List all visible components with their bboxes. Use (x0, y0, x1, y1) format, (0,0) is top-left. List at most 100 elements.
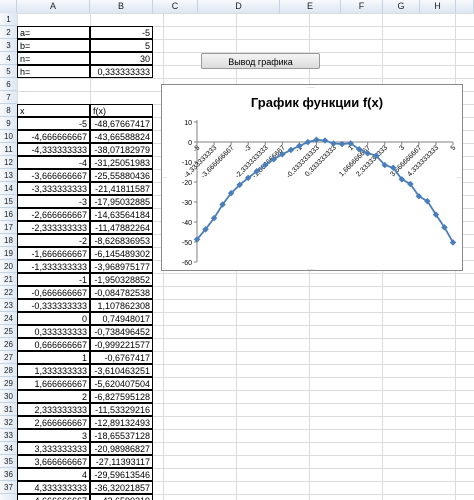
x-value-cell[interactable]: -0,333333333 (17, 299, 90, 312)
x-value-cell[interactable]: -1,666666667 (17, 247, 90, 260)
row-header-3[interactable]: 3 (0, 39, 17, 52)
fx-value-cell[interactable]: -18,65537128 (90, 429, 153, 442)
row-header-21[interactable]: 21 (0, 273, 17, 286)
fx-value-cell[interactable]: -42,6590219 (90, 494, 153, 500)
x-value-cell[interactable]: 3,666666667 (17, 455, 90, 468)
row-header-36[interactable]: 36 (0, 468, 17, 481)
x-value-cell[interactable]: 1,333333333 (17, 364, 90, 377)
row-header-2[interactable]: 2 (0, 26, 17, 39)
x-value-cell[interactable]: 4,333333333 (17, 481, 90, 494)
row-header-29[interactable]: 29 (0, 377, 17, 390)
fx-value-cell[interactable]: -27,11393117 (90, 455, 153, 468)
x-value-cell[interactable]: 0,666666667 (17, 338, 90, 351)
x-value-cell[interactable]: -2,333333333 (17, 221, 90, 234)
fx-value-cell[interactable]: -21,41811587 (90, 182, 153, 195)
fx-value-cell[interactable]: -0,6767417 (90, 351, 153, 364)
fx-value-cell[interactable]: -43,66588824 (90, 130, 153, 143)
row-header-16[interactable]: 16 (0, 208, 17, 221)
fx-value-cell[interactable]: -38,07182979 (90, 143, 153, 156)
row-header-17[interactable]: 17 (0, 221, 17, 234)
column-header-e[interactable]: E (280, 0, 341, 13)
fx-value-cell[interactable]: -6,827595128 (90, 390, 153, 403)
row-header-20[interactable]: 20 (0, 260, 17, 273)
row-header-18[interactable]: 18 (0, 234, 17, 247)
row-header-35[interactable]: 35 (0, 455, 17, 468)
row-header-7[interactable]: 7 (0, 91, 17, 104)
row-header-32[interactable]: 32 (0, 416, 17, 429)
row-header-14[interactable]: 14 (0, 182, 17, 195)
row-header-6[interactable]: 6 (0, 78, 17, 91)
x-value-cell[interactable]: 0 (17, 312, 90, 325)
x-value-cell[interactable]: -5 (17, 117, 90, 130)
fx-value-cell[interactable]: -36,32021857 (90, 481, 153, 494)
param-label-cell[interactable]: n= (17, 52, 90, 65)
x-value-cell[interactable]: -4,666666667 (17, 130, 90, 143)
select-all-corner[interactable] (0, 0, 17, 13)
column-header-b[interactable]: B (90, 0, 153, 13)
x-value-cell[interactable]: 2,666666667 (17, 416, 90, 429)
fx-value-cell[interactable]: -11,47882264 (90, 221, 153, 234)
row-header-10[interactable]: 10 (0, 130, 17, 143)
fx-value-cell[interactable]: -14,63564184 (90, 208, 153, 221)
row-header-13[interactable]: 13 (0, 169, 17, 182)
x-value-cell[interactable]: -3,666666667 (17, 169, 90, 182)
fx-value-cell[interactable]: 0,74948017 (90, 312, 153, 325)
x-value-cell[interactable]: -2 (17, 234, 90, 247)
fx-value-cell[interactable]: -0,738496452 (90, 325, 153, 338)
x-value-cell[interactable]: 4 (17, 468, 90, 481)
fx-value-cell[interactable]: 1,107862308 (90, 299, 153, 312)
x-value-cell[interactable]: 1,666666667 (17, 377, 90, 390)
fx-value-cell[interactable]: -12,89132493 (90, 416, 153, 429)
row-header-23[interactable]: 23 (0, 299, 17, 312)
param-label-cell[interactable]: a= (17, 26, 90, 39)
fx-header-cell[interactable]: f(x) (90, 104, 153, 117)
column-header-d[interactable]: D (198, 0, 280, 13)
param-value-cell[interactable]: -5 (90, 26, 153, 39)
row-header-19[interactable]: 19 (0, 247, 17, 260)
row-header-1[interactable]: 1 (0, 13, 17, 26)
fx-value-cell[interactable]: -17,95032885 (90, 195, 153, 208)
fx-value-cell[interactable]: -5,620407504 (90, 377, 153, 390)
column-header-i[interactable] (456, 0, 474, 13)
x-value-cell[interactable]: -3 (17, 195, 90, 208)
row-header-8[interactable]: 8 (0, 104, 17, 117)
x-value-cell[interactable]: 4,666666667 (17, 494, 90, 500)
column-header-h[interactable]: H (420, 0, 456, 13)
x-value-cell[interactable]: 0,333333333 (17, 325, 90, 338)
x-value-cell[interactable]: 3,333333333 (17, 442, 90, 455)
fx-value-cell[interactable]: -0,999221577 (90, 338, 153, 351)
x-value-cell[interactable]: -0,666666667 (17, 286, 90, 299)
param-label-cell[interactable]: h= (17, 65, 90, 78)
column-header-f[interactable]: F (341, 0, 383, 13)
x-value-cell[interactable]: -2,666666667 (17, 208, 90, 221)
row-header-30[interactable]: 30 (0, 390, 17, 403)
row-header-37[interactable]: 37 (0, 481, 17, 494)
fx-value-cell[interactable]: -25,55880436 (90, 169, 153, 182)
row-header-15[interactable]: 15 (0, 195, 17, 208)
x-value-cell[interactable]: -3,333333333 (17, 182, 90, 195)
fx-value-cell[interactable]: -29,59613546 (90, 468, 153, 481)
column-header-g[interactable]: G (383, 0, 420, 13)
param-value-cell[interactable]: 0,333333333 (90, 65, 153, 78)
row-header-24[interactable]: 24 (0, 312, 17, 325)
fx-value-cell[interactable]: -0,084782538 (90, 286, 153, 299)
row-header-25[interactable]: 25 (0, 325, 17, 338)
row-header-34[interactable]: 34 (0, 442, 17, 455)
row-header-22[interactable]: 22 (0, 286, 17, 299)
x-header-cell[interactable]: x (17, 104, 90, 117)
x-value-cell[interactable]: 3 (17, 429, 90, 442)
x-value-cell[interactable]: -4 (17, 156, 90, 169)
x-value-cell[interactable]: -4,333333333 (17, 143, 90, 156)
row-header-12[interactable]: 12 (0, 156, 17, 169)
fx-value-cell[interactable]: -20,98986827 (90, 442, 153, 455)
param-value-cell[interactable]: 5 (90, 39, 153, 52)
row-header-31[interactable]: 31 (0, 403, 17, 416)
param-label-cell[interactable]: b= (17, 39, 90, 52)
row-header-5[interactable]: 5 (0, 65, 17, 78)
plot-graph-button[interactable]: Вывод графика (201, 53, 320, 69)
fx-value-cell[interactable]: -8,626836953 (90, 234, 153, 247)
fx-value-cell[interactable]: -3,968975177 (90, 260, 153, 273)
row-header-27[interactable]: 27 (0, 351, 17, 364)
function-chart[interactable]: ···· ···· ···· ···· График функции f(x) 10 0 -1… (161, 84, 463, 271)
fx-value-cell[interactable]: -31,25051983 (90, 156, 153, 169)
